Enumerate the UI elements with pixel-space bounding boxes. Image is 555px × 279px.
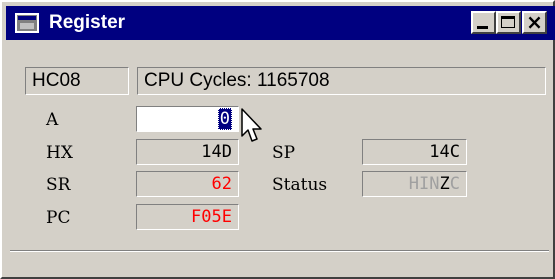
maximize-icon xyxy=(501,16,515,28)
title-bar[interactable]: Register × xyxy=(6,6,555,40)
register-sr-value: 62 xyxy=(211,174,232,194)
register-pc-label: PC xyxy=(46,208,71,228)
window-title: Register xyxy=(49,12,126,33)
register-window: Register × HC08 CPU Cycles: 1165708 A 0 … xyxy=(0,0,555,279)
status-flags-field[interactable]: HINZC xyxy=(362,171,467,197)
minimize-icon xyxy=(477,26,488,29)
register-pc-field[interactable]: F05E xyxy=(136,204,239,230)
register-hx-value: 14D xyxy=(201,142,232,162)
minimize-button[interactable] xyxy=(471,11,496,34)
maximize-button[interactable] xyxy=(496,11,521,34)
status-flag-z: Z xyxy=(439,174,450,194)
register-sp-field[interactable]: 14C xyxy=(362,139,467,165)
register-sp-value: 14C xyxy=(429,142,460,162)
cpu-type-label: HC08 xyxy=(32,70,81,91)
status-flag-h: H xyxy=(408,174,419,194)
register-hx-label: HX xyxy=(46,143,73,163)
cpu-cycles-value: 1165708 xyxy=(256,70,330,91)
mouse-pointer-icon xyxy=(241,108,262,142)
register-a-label: A xyxy=(46,110,59,130)
register-sp-label: SP xyxy=(272,143,296,163)
close-icon: × xyxy=(526,10,543,34)
register-a-field[interactable]: 0 xyxy=(136,106,239,132)
register-sr-label: SR xyxy=(46,175,71,195)
cpu-cycles-label: CPU Cycles: xyxy=(144,70,252,91)
status-flags: HINZC xyxy=(409,174,460,194)
register-pc-value: F05E xyxy=(191,207,232,227)
register-sr-field[interactable]: 62 xyxy=(136,171,239,197)
close-button[interactable]: × xyxy=(522,10,547,34)
register-hx-field[interactable]: 14D xyxy=(136,139,239,165)
status-label: Status xyxy=(272,175,328,195)
status-flag-n: N xyxy=(429,174,440,194)
panel-divider xyxy=(10,250,549,252)
register-window-icon[interactable] xyxy=(15,13,39,33)
cpu-type-box: HC08 xyxy=(25,67,129,95)
status-flag-i: I xyxy=(419,174,430,194)
status-flag-c: C xyxy=(449,174,460,194)
register-a-value: 0 xyxy=(217,108,232,130)
cpu-cycles-box: CPU Cycles: 1165708 xyxy=(137,67,546,95)
